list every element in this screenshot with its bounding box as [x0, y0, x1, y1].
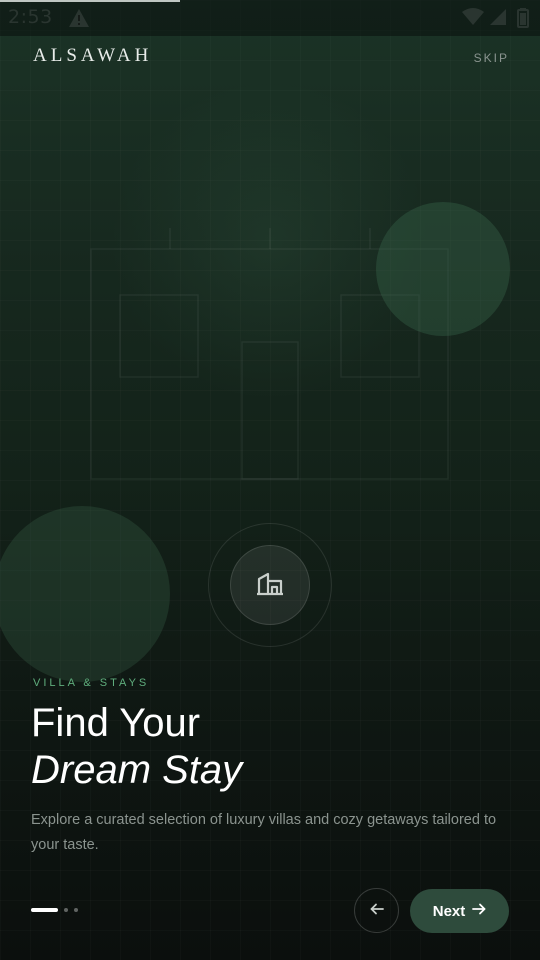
arrow-right-icon — [472, 902, 486, 920]
decorative-circle-left — [0, 506, 170, 682]
category-label: VILLA & STAYS — [33, 677, 150, 689]
decorative-circle-right — [376, 202, 510, 336]
pagination-dot-active — [31, 908, 58, 912]
pagination-dot — [74, 908, 78, 912]
title-line-1: Find Your — [31, 701, 201, 745]
onboarding-screen: 2:53 ALSAWAH SKIP VILLA & STAYS Find You… — [0, 0, 540, 960]
building-icon — [256, 570, 284, 601]
pagination-dots — [31, 908, 84, 912]
next-button[interactable]: Next — [410, 889, 509, 933]
back-button[interactable] — [354, 888, 399, 933]
next-button-label: Next — [432, 902, 466, 920]
description-text: Explore a curated selection of luxury vi… — [31, 812, 497, 853]
title-line-2: Dream Stay — [31, 748, 243, 792]
icon-badge — [230, 545, 310, 625]
arrow-left-icon — [370, 902, 384, 920]
pagination-dot — [64, 908, 68, 912]
